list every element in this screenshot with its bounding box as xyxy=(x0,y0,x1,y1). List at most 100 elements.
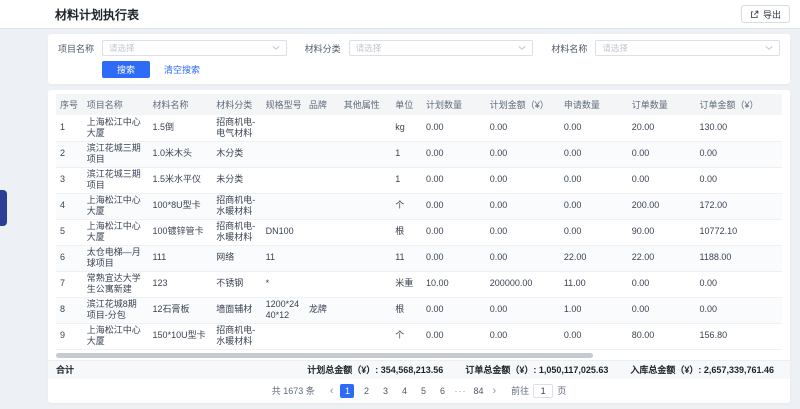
select-placeholder: 请选择 xyxy=(602,42,765,54)
header-cell: 品牌 xyxy=(305,94,340,115)
table-cell xyxy=(340,297,391,323)
table-cell: 0.00 xyxy=(560,219,628,245)
header-cell: 其他属性 xyxy=(340,94,391,115)
table-cell: 6 xyxy=(56,245,83,271)
export-button[interactable]: 导出 xyxy=(741,5,790,23)
table-cell: 0.00 xyxy=(486,115,560,141)
table-cell: 0.00 xyxy=(560,193,628,219)
table-cell: 0.00 xyxy=(696,167,782,193)
search-button[interactable]: 搜索 xyxy=(102,61,150,78)
page-button-5[interactable]: 5 xyxy=(416,384,430,398)
table-cell: 根 xyxy=(391,297,422,323)
table-cell xyxy=(305,193,340,219)
table-cell: 上海松江中心大厦 xyxy=(83,193,149,219)
table-cell xyxy=(340,167,391,193)
page-button-4[interactable]: 4 xyxy=(397,384,411,398)
table-cell: 不锈钢 xyxy=(212,271,261,297)
table-cell: 0.00 xyxy=(486,245,560,271)
table-cell: 招商机电-水暖材料 xyxy=(212,219,261,245)
table-cell: 木分类 xyxy=(212,141,261,167)
sidebar-collapse-handle[interactable] xyxy=(0,190,7,226)
filter-panel: 项目名称请选择材料分类请选择材料名称请选择 搜索 清空搜索 xyxy=(48,34,790,84)
page-button-6[interactable]: 6 xyxy=(435,384,449,398)
materials-table: 序号项目名称材料名称材料分类规格型号品牌其他属性单位计划数量计划金额（¥）申请数… xyxy=(56,94,782,350)
table-cell: 个 xyxy=(391,323,422,349)
table-cell xyxy=(340,141,391,167)
next-page-icon[interactable]: › xyxy=(491,384,499,398)
table-cell: 11 xyxy=(391,245,422,271)
summary-totals: 计划总金额（¥）: 354,568,213.56订单总金额（¥）: 1,050,… xyxy=(307,363,774,376)
filter-select[interactable]: 请选择 xyxy=(102,40,287,56)
table-cell: 3 xyxy=(56,167,83,193)
table-row: 6太仓电梯—月球项目111网络11110.000.0022.0022.00118… xyxy=(56,245,782,271)
goto-prefix: 前往 xyxy=(511,384,529,397)
pagination-ellipsis: ··· xyxy=(454,386,466,396)
filter-label: 材料名称 xyxy=(551,42,587,55)
table-cell: 10.00 xyxy=(422,271,486,297)
table-cell: 2 xyxy=(56,141,83,167)
table-cell: 0.00 xyxy=(486,167,560,193)
table-row: 5上海松江中心大厦100镀锌管卡招商机电-水暖材料DN100根0.000.000… xyxy=(56,219,782,245)
table-cell: 招商机电-电气材料 xyxy=(212,115,261,141)
table-row: 9上海松江中心大厦150*10U型卡招商机电-水暖材料个0.000.000.00… xyxy=(56,323,782,349)
table-cell xyxy=(305,167,340,193)
table-cell: 123 xyxy=(149,271,213,297)
table-cell: 1.5倒 xyxy=(149,115,213,141)
table-cell: 0.00 xyxy=(422,323,486,349)
prev-page-icon[interactable]: ‹ xyxy=(328,384,336,398)
table-cell: 0.00 xyxy=(422,297,486,323)
summary-total-value: 2,657,339,761.46 xyxy=(704,365,774,375)
table-cell: 22.00 xyxy=(560,245,628,271)
filter-field-2: 材料名称 请选择 xyxy=(551,40,780,56)
header-cell: 计划金额（¥） xyxy=(486,94,560,115)
header-cell: 序号 xyxy=(56,94,83,115)
table-cell: 80.00 xyxy=(628,323,696,349)
table-cell: DN100 xyxy=(262,219,305,245)
filter-select[interactable]: 请选择 xyxy=(349,40,534,56)
table-body: 1上海松江中心大厦1.5倒招商机电-电气材料kg0.000.000.0020.0… xyxy=(56,115,782,349)
table-row: 3滨江花城三期项目1.5米水平仪未分类10.000.000.000.000.00 xyxy=(56,167,782,193)
chevron-down-icon xyxy=(518,45,526,51)
select-placeholder: 请选择 xyxy=(109,42,272,54)
table-cell: 0.00 xyxy=(628,167,696,193)
table-cell xyxy=(340,193,391,219)
filter-field-0: 项目名称请选择 xyxy=(58,40,287,56)
table-cell: 0.00 xyxy=(422,141,486,167)
summary-total-value: 1,050,117,025.63 xyxy=(539,365,609,375)
page-button-3[interactable]: 3 xyxy=(378,384,392,398)
table-cell: 招商机电-水暖材料 xyxy=(212,323,261,349)
goto-page: 前往 页 xyxy=(511,384,566,398)
table-cell: 0.00 xyxy=(486,297,560,323)
table-cell: 150*10U型卡 xyxy=(149,323,213,349)
page-button-2[interactable]: 2 xyxy=(359,384,373,398)
summary-total-label: 计划总金额（¥）: xyxy=(307,365,381,375)
summary-bar: 合计 计划总金额（¥）: 354,568,213.56订单总金额（¥）: 1,0… xyxy=(48,360,790,379)
header-cell: 单位 xyxy=(391,94,422,115)
table-cell: 0.00 xyxy=(486,193,560,219)
table-cell xyxy=(340,323,391,349)
filter-select[interactable]: 请选择 xyxy=(595,40,780,56)
export-icon xyxy=(750,10,759,19)
pagination-bar: 共 1673 条 ‹ 123456 ··· 84 › 前往 页 xyxy=(48,379,790,403)
header-cell: 规格型号 xyxy=(262,94,305,115)
table-cell: 1 xyxy=(391,141,422,167)
goto-page-input[interactable] xyxy=(533,384,553,398)
table-cell: 0.00 xyxy=(486,323,560,349)
last-page-button[interactable]: 84 xyxy=(471,384,485,398)
clear-search-link[interactable]: 清空搜索 xyxy=(164,63,200,76)
table-cell: 0.00 xyxy=(560,141,628,167)
table-cell: 太仓电梯—月球项目 xyxy=(83,245,149,271)
select-placeholder: 请选择 xyxy=(356,42,519,54)
table-cell: 7 xyxy=(56,271,83,297)
header-cell: 材料分类 xyxy=(212,94,261,115)
table-row: 2滨江花城三期项目1.0米木头木分类10.000.000.000.000.00 xyxy=(56,141,782,167)
table-cell: 网络 xyxy=(212,245,261,271)
page-button-1[interactable]: 1 xyxy=(340,384,354,398)
horizontal-scrollbar-thumb[interactable] xyxy=(56,353,593,358)
table-cell xyxy=(262,193,305,219)
table-cell: 11 xyxy=(262,245,305,271)
summary-total-1: 订单总金额（¥）: 1,050,117,025.63 xyxy=(465,363,608,376)
summary-total-label: 入库总金额（¥）: xyxy=(630,365,704,375)
table-cell: 0.00 xyxy=(696,297,782,323)
table-cell: 0.00 xyxy=(422,193,486,219)
